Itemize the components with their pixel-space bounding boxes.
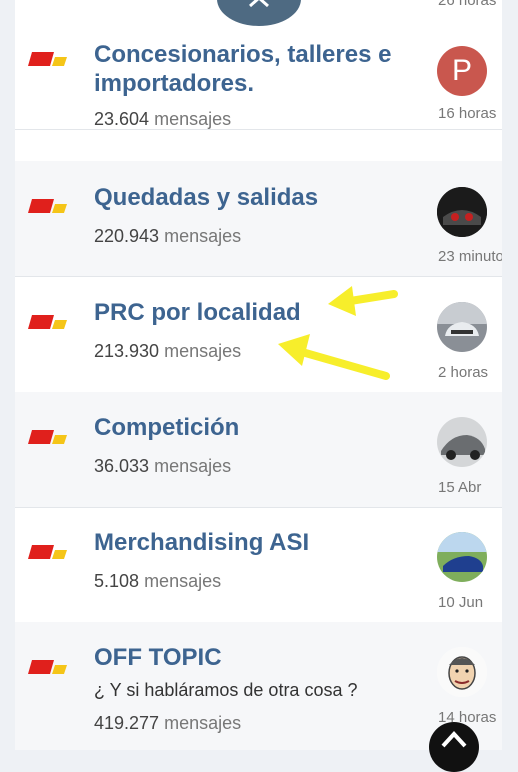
avatar[interactable] xyxy=(437,187,487,237)
forum-flag-icon xyxy=(28,52,67,66)
forum-flag-icon xyxy=(28,545,67,559)
last-post-time: 10 Jun xyxy=(438,594,484,611)
forum-title[interactable]: Merchandising ASI xyxy=(94,528,414,557)
previous-row-time: 26 horas xyxy=(438,0,497,9)
forum-title[interactable]: Concesionarios, talleres e importadores. xyxy=(94,40,414,98)
message-count: 419.277 mensajes xyxy=(94,713,242,733)
forum-flag-icon xyxy=(28,660,67,674)
forum-row-merchandising[interactable]: Merchandising ASI 5.108 mensajes 10 Jun xyxy=(15,507,502,623)
yellow-arrow-icon xyxy=(328,286,398,316)
last-post-time: 16 horas xyxy=(438,105,497,122)
avatar[interactable]: P xyxy=(437,46,487,96)
scroll-top-button[interactable] xyxy=(429,722,479,772)
forum-title[interactable]: Quedadas y salidas xyxy=(94,183,414,212)
avatar[interactable] xyxy=(437,417,487,467)
yellow-arrow-icon xyxy=(278,334,390,380)
message-count: 23.604 mensajes xyxy=(94,109,232,129)
last-post-time: 23 minutos xyxy=(438,248,502,265)
forum-row-prc-localidad[interactable]: PRC por localidad 213.930 mensajes 2 hor… xyxy=(15,277,502,393)
forum-description: ¿ Y si habláramos de otra cosa ? xyxy=(94,680,358,700)
avatar[interactable] xyxy=(437,532,487,582)
forum-title[interactable]: OFF TOPIC xyxy=(94,643,414,672)
forum-row-competicion[interactable]: Competición 36.033 mensajes 15 Abr xyxy=(15,392,502,508)
forum-flag-icon xyxy=(28,430,67,444)
last-post-time: 15 Abr xyxy=(438,479,482,496)
message-count: 36.033 mensajes xyxy=(94,456,232,476)
forum-row-concesionarios[interactable]: Concesionarios, talleres e importadores.… xyxy=(15,14,502,130)
forum-row-quedadas[interactable]: Quedadas y salidas 220.943 mensajes 23 m… xyxy=(15,161,502,277)
last-post-time: 2 horas xyxy=(438,364,489,381)
message-count: 5.108 mensajes xyxy=(94,571,222,591)
message-count: 213.930 mensajes xyxy=(94,341,242,361)
message-count: 220.943 mensajes xyxy=(94,226,242,246)
chevron-up-icon xyxy=(441,731,467,748)
avatar[interactable] xyxy=(437,647,487,697)
forum-list: 26 horas Concesionarios, talleres e impo… xyxy=(15,0,502,750)
close-icon xyxy=(249,0,269,8)
forum-flag-icon xyxy=(28,199,67,213)
close-button[interactable] xyxy=(217,0,301,26)
avatar[interactable] xyxy=(437,302,487,352)
forum-title[interactable]: Competición xyxy=(94,413,414,442)
forum-flag-icon xyxy=(28,315,67,329)
